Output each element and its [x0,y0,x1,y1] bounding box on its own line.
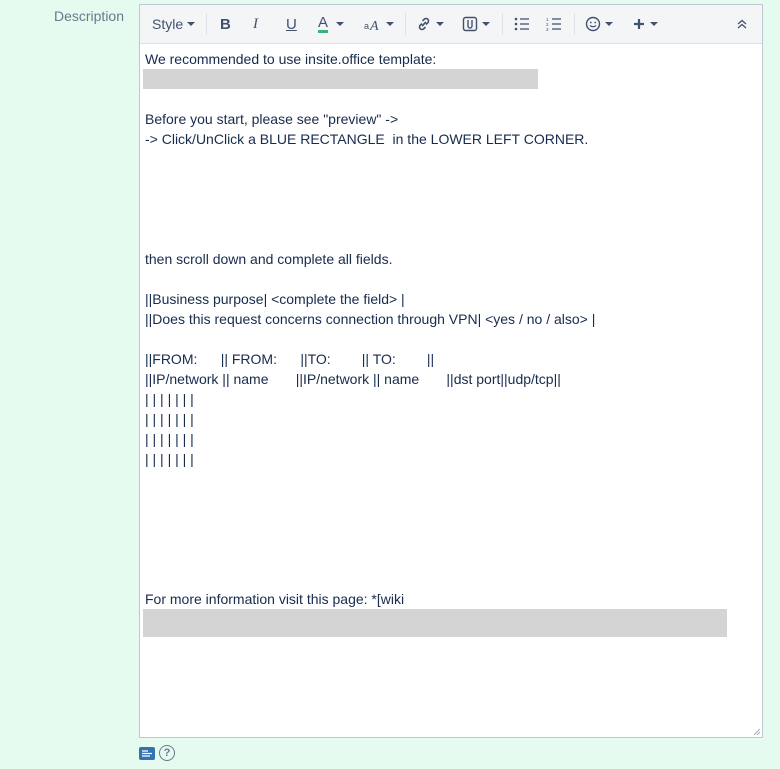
text-line [145,169,757,189]
double-chevron-up-icon [737,19,747,29]
text-line: -> Click/UnClick a BLUE RECTANGLE in the… [145,131,589,147]
attachment-button[interactable] [462,5,490,43]
bold-button[interactable]: B [220,5,231,43]
italic-icon: I [253,15,258,32]
toolbar-divider [502,13,503,35]
wiki-markup-icon[interactable] [139,746,155,760]
plus-icon [634,19,644,29]
text-line [145,489,757,509]
help-icon[interactable]: ? [159,745,175,761]
svg-text:3: 3 [546,27,549,31]
text-line: | | | | | | | [145,431,194,447]
text-line [145,549,757,569]
text-line [145,509,757,529]
toolbar-divider [206,13,207,35]
text-line [145,229,757,249]
text-line: We recommended to use insite.office temp… [145,51,437,67]
chevron-down-icon [187,22,196,26]
italic-button[interactable]: I [253,5,258,43]
underline-button[interactable]: U [286,5,297,43]
rich-text-editor[interactable]: Style B I U A aA 1 2 3 We recommended to… [139,4,763,738]
text-line: Before you start, please see "preview" -… [145,111,399,127]
editor-footer: ? [139,745,175,761]
text-line: | | | | | | | [145,391,194,407]
text-formatting-icon: aA [364,19,379,31]
chevron-down-icon [436,22,444,26]
style-dropdown-label: Style [152,16,184,32]
bold-icon: B [220,15,231,33]
link-icon [418,17,430,31]
emoticon-button[interactable] [585,5,613,43]
text-line [145,329,757,349]
text-line: then scroll down and complete all fields… [145,251,393,267]
text-line [145,269,757,289]
text-formatting-button[interactable]: aA [364,5,394,43]
underline-icon: U [286,15,297,33]
text-line: | | | | | | | [145,411,194,427]
text-line [145,149,757,169]
svg-text:a: a [364,21,369,31]
chevron-down-icon [482,22,490,26]
text-line: | | | | | | | [145,451,194,467]
redacted-block [143,609,727,637]
text-line [145,209,757,229]
text-line [145,569,757,589]
text-color-button[interactable]: A [318,5,345,43]
chevron-down-icon [650,22,658,26]
text-line [145,89,757,109]
numbered-list-icon: 123 [546,17,561,31]
text-color-icon: A [318,14,329,33]
resize-handle-icon[interactable] [753,728,761,736]
insert-more-button[interactable] [632,5,658,43]
toolbar-divider [405,13,406,35]
text-line: ||FROM: || FROM: ||TO: || TO: || [145,351,435,367]
numbered-list-button[interactable]: 123 [546,5,562,43]
text-line: ||Does this request concerns connection … [145,311,596,327]
chevron-down-icon [386,22,394,26]
toolbar-divider [574,13,575,35]
editor-content[interactable]: We recommended to use insite.office temp… [140,43,762,737]
smiley-icon [585,16,601,32]
style-dropdown[interactable]: Style [152,5,196,43]
link-button[interactable] [416,5,444,43]
bullet-list-icon [514,17,529,31]
svg-text:A: A [369,19,379,31]
collapse-toolbar-button[interactable] [736,5,748,43]
text-line [145,529,757,549]
chevron-down-icon [336,22,345,26]
chevron-down-icon [605,22,613,26]
text-line: ||IP/network || name ||IP/network || nam… [145,371,561,387]
description-label: Description [53,8,124,24]
redacted-block [143,69,538,89]
text-line [145,469,757,489]
text-line [145,189,757,209]
editor-toolbar: Style B I U A aA 1 2 3 [140,5,762,44]
text-line: ||Business purpose| <complete the field>… [145,291,405,307]
bullet-list-button[interactable] [514,5,530,43]
attachment-icon [462,16,478,32]
text-line: For more information visit this page: *[… [145,591,405,607]
